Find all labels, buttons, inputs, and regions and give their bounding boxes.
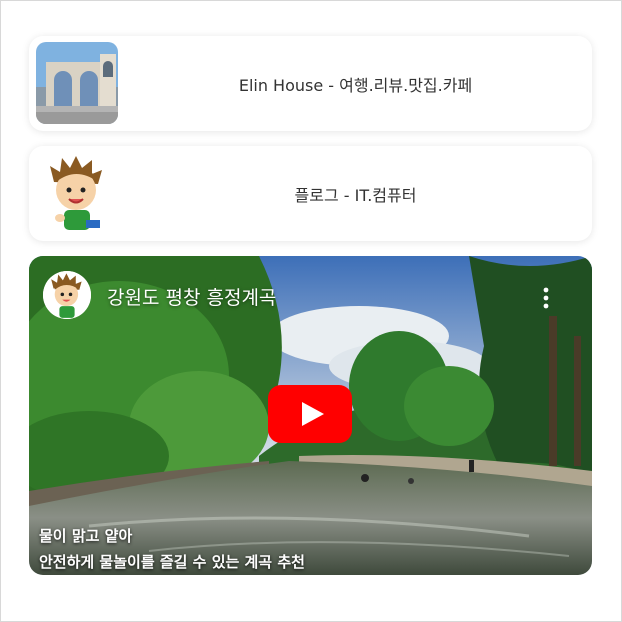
cartoon-boy-avatar (36, 152, 118, 234)
youtube-play-icon[interactable] (268, 385, 352, 443)
card-title: Elin House - 여행.리뷰.맛집.카페 (238, 75, 473, 95)
bell-tower-photo (36, 42, 118, 124)
caption-line: 물이 맑고 얕아 (39, 527, 133, 545)
video-caption: 물이 맑고 얕아 안전하게 물놀이를 즐길 수 있는 계곡 추천 (39, 523, 305, 575)
youtube-video-embed[interactable]: 강원도 평창 흥정계곡 물이 맑고 얕아 안전하게 물놀이를 즐길 수 있는 계… (29, 256, 592, 575)
more-options-icon[interactable] (539, 286, 553, 310)
card-title: 플로그 - IT.컴퓨터 (294, 185, 417, 205)
blog-link-card-elin-house[interactable]: Elin House - 여행.리뷰.맛집.카페 (29, 36, 592, 131)
caption-line: 안전하게 물놀이를 즐길 수 있는 계곡 추천 (39, 553, 305, 571)
channel-avatar[interactable] (43, 271, 91, 319)
video-title[interactable]: 강원도 평창 흥정계곡 (107, 283, 276, 310)
blog-link-card-plog[interactable]: 플로그 - IT.컴퓨터 (29, 146, 592, 241)
